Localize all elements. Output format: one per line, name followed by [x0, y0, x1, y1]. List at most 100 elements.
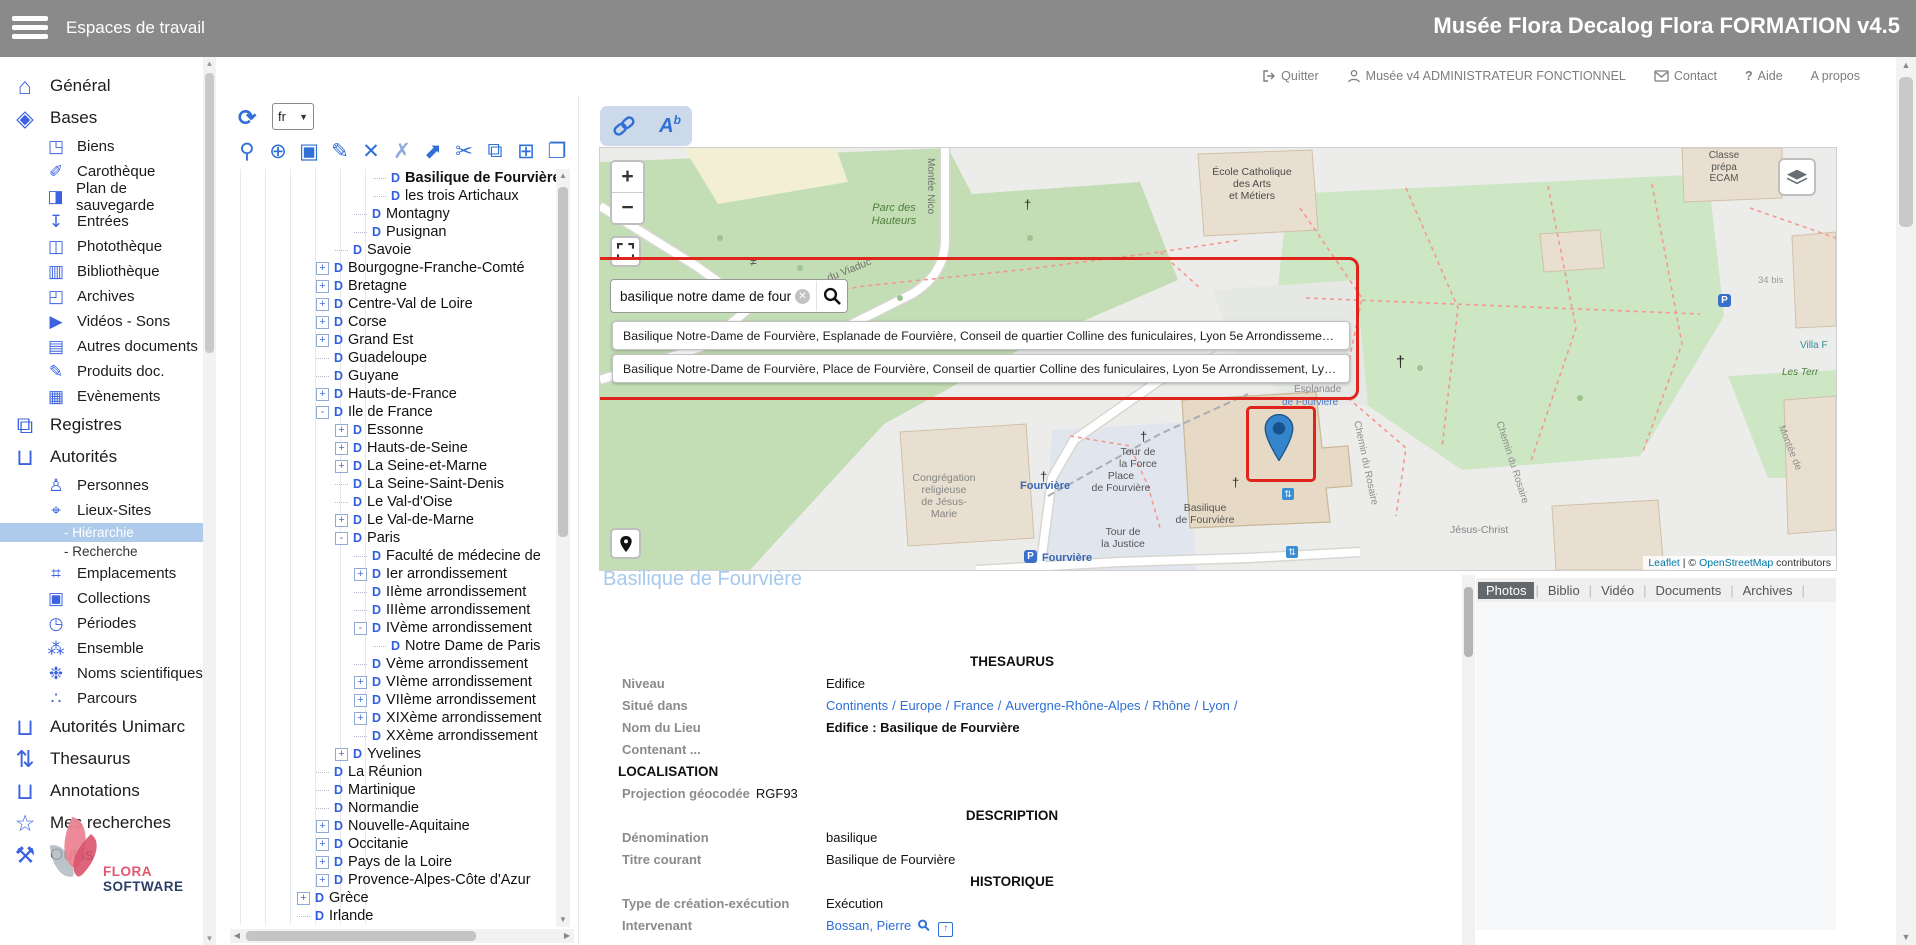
edit-icon[interactable]: ✎: [329, 139, 351, 164]
tree-expander-icon[interactable]: +: [335, 424, 348, 437]
tree-node[interactable]: + D Hauts-de-France: [230, 385, 556, 403]
place-link[interactable]: Continents: [826, 698, 888, 713]
detach-icon[interactable]: ✗: [391, 139, 413, 164]
tree-node[interactable]: + D Essonne: [230, 421, 556, 439]
quit-link[interactable]: Quitter: [1262, 69, 1319, 83]
duplicate-window-icon[interactable]: ❐: [546, 139, 568, 164]
tree-expander-icon[interactable]: [354, 736, 367, 737]
sidebar-item[interactable]: ⊔ Autorités Unimarc: [0, 711, 203, 743]
zoom-in-button[interactable]: +: [612, 162, 643, 192]
tree-vertical-scrollbar[interactable]: ▲ ▼: [556, 169, 570, 927]
sidebar-item[interactable]: ◳ Biens: [0, 134, 203, 159]
search-result-item[interactable]: Basilique Notre-Dame de Fourvière, Place…: [612, 354, 1350, 383]
tree-horizontal-scrollbar[interactable]: ◀ ▶: [230, 929, 574, 943]
tree-expander-icon[interactable]: +: [316, 856, 329, 869]
tree-expander-icon[interactable]: [335, 502, 348, 503]
tree-node[interactable]: + D VIème arrondissement: [230, 673, 556, 691]
detail-scrollbar[interactable]: [1462, 575, 1475, 945]
tree-node[interactable]: - D Paris: [230, 529, 556, 547]
tree-node[interactable]: D Vème arrondissement: [230, 655, 556, 673]
tree-node-label[interactable]: Faculté de médecine de: [386, 548, 541, 564]
scroll-down-arrow[interactable]: ▼: [556, 913, 570, 927]
tree-expander-icon[interactable]: +: [316, 838, 329, 851]
refresh-icon[interactable]: ⟳: [238, 105, 256, 131]
search-icon[interactable]: ⚲: [236, 139, 258, 164]
zoom-out-button[interactable]: −: [612, 192, 643, 223]
tree-node[interactable]: D Guyane: [230, 367, 556, 385]
tree-node-label[interactable]: IIIème arrondissement: [386, 602, 530, 618]
tree-node[interactable]: D IIIème arrondissement: [230, 601, 556, 619]
tree-expander-icon[interactable]: +: [316, 334, 329, 347]
tree-node[interactable]: + D Grand Est: [230, 331, 556, 349]
tree-expander-icon[interactable]: [354, 232, 367, 233]
sidebar-item[interactable]: ⌖ Lieux-Sites: [0, 498, 203, 523]
tree-node-label[interactable]: Basilique de Fourvière: [405, 170, 556, 186]
tree-expander-icon[interactable]: [373, 196, 386, 197]
tree-node[interactable]: - D Ile de France: [230, 403, 556, 421]
open-record-icon[interactable]: ↑: [938, 922, 953, 937]
tree-expander-icon[interactable]: [297, 916, 310, 917]
locate-marker-button[interactable]: [610, 528, 641, 559]
delete-icon[interactable]: ✕: [360, 139, 382, 164]
tree-node-label[interactable]: Paris: [367, 530, 400, 546]
media-tab[interactable]: Photos: [1478, 582, 1534, 599]
tree-expander-icon[interactable]: [335, 250, 348, 251]
sidebar-item[interactable]: ▣ Collections: [0, 586, 203, 611]
tree-expander-icon[interactable]: -: [335, 532, 348, 545]
sidebar-item[interactable]: ∴ Parcours: [0, 686, 203, 711]
tree-node-label[interactable]: Ier arrondissement: [386, 566, 507, 582]
tree-node-label[interactable]: Occitanie: [348, 836, 408, 852]
tree-node[interactable]: D Notre Dame de Paris: [230, 637, 556, 655]
tree-expander-icon[interactable]: +: [316, 874, 329, 887]
osm-link[interactable]: OpenStreetMap: [1699, 557, 1773, 569]
tree-node[interactable]: D Pusignan: [230, 223, 556, 241]
tree-expander-icon[interactable]: [354, 592, 367, 593]
tree-node[interactable]: D les trois Artichaux: [230, 187, 556, 205]
map-search-box[interactable]: ✕: [610, 279, 848, 313]
tree-expander-icon[interactable]: +: [316, 388, 329, 401]
tree-node-label[interactable]: Essonne: [367, 422, 423, 438]
tree-expander-icon[interactable]: +: [354, 676, 367, 689]
scrollbar-thumb[interactable]: [205, 73, 214, 353]
tree-expander-icon[interactable]: -: [316, 406, 329, 419]
fullscreen-button[interactable]: [610, 236, 641, 267]
search-submit-button[interactable]: [816, 281, 847, 311]
sidebar-item[interactable]: ⧉ Registres: [0, 409, 203, 441]
tree-node[interactable]: D XXème arrondissement: [230, 727, 556, 745]
tree-node-label[interactable]: Martinique: [348, 782, 416, 798]
tree-node[interactable]: - D IVème arrondissement: [230, 619, 556, 637]
current-user[interactable]: Musée v4 ADMINISTRATEUR FONCTIONNEL: [1347, 69, 1626, 83]
tree-expander-icon[interactable]: [316, 790, 329, 791]
tree-node[interactable]: D Normandie: [230, 799, 556, 817]
sidebar-item[interactable]: ✎ Produits doc.: [0, 359, 203, 384]
tree-node[interactable]: D Faculté de médecine de: [230, 547, 556, 565]
sidebar-item[interactable]: ⊔ Autorités: [0, 441, 203, 473]
tree-node-label[interactable]: Le Val-de-Marne: [367, 512, 474, 528]
place-link[interactable]: Lyon: [1202, 698, 1230, 713]
tree-node[interactable]: + D Corse: [230, 313, 556, 331]
sidebar-item[interactable]: ⌂ Général: [0, 70, 203, 102]
sidebar-item[interactable]: ⊔ Annotations: [0, 775, 203, 807]
sidebar-item[interactable]: ▥ Bibliothèque: [0, 259, 203, 284]
tree-node-label[interactable]: Notre Dame de Paris: [405, 638, 540, 654]
tree-node[interactable]: + D Pays de la Loire: [230, 853, 556, 871]
tree-node-label[interactable]: Centre-Val de Loire: [348, 296, 473, 312]
cut-icon[interactable]: ✂: [453, 139, 475, 164]
place-link[interactable]: Rhône: [1152, 698, 1190, 713]
tree-node-label[interactable]: Vème arrondissement: [386, 656, 528, 672]
tree-node[interactable]: + D VIIème arrondissement: [230, 691, 556, 709]
label-toggle-button[interactable]: Ab: [659, 115, 681, 138]
tree-expander-icon[interactable]: -: [354, 622, 367, 635]
tree-expander-icon[interactable]: +: [316, 298, 329, 311]
sidebar-item[interactable]: ♙ Personnes: [0, 473, 203, 498]
tree-expander-icon[interactable]: +: [316, 820, 329, 833]
scrollbar-thumb[interactable]: [1464, 587, 1473, 657]
tree-node[interactable]: D Montagny: [230, 205, 556, 223]
about-link[interactable]: A propos: [1811, 69, 1860, 83]
leaflet-map[interactable]: École Catholique des Arts et Métiers Par…: [600, 148, 1836, 570]
sidebar-item[interactable]: ▦ Evènements: [0, 384, 203, 409]
tree-expander-icon[interactable]: [316, 808, 329, 809]
media-tab[interactable]: Documents: [1647, 582, 1729, 599]
tree-node[interactable]: + D Nouvelle-Aquitaine: [230, 817, 556, 835]
scrollbar-thumb[interactable]: [1899, 77, 1913, 227]
